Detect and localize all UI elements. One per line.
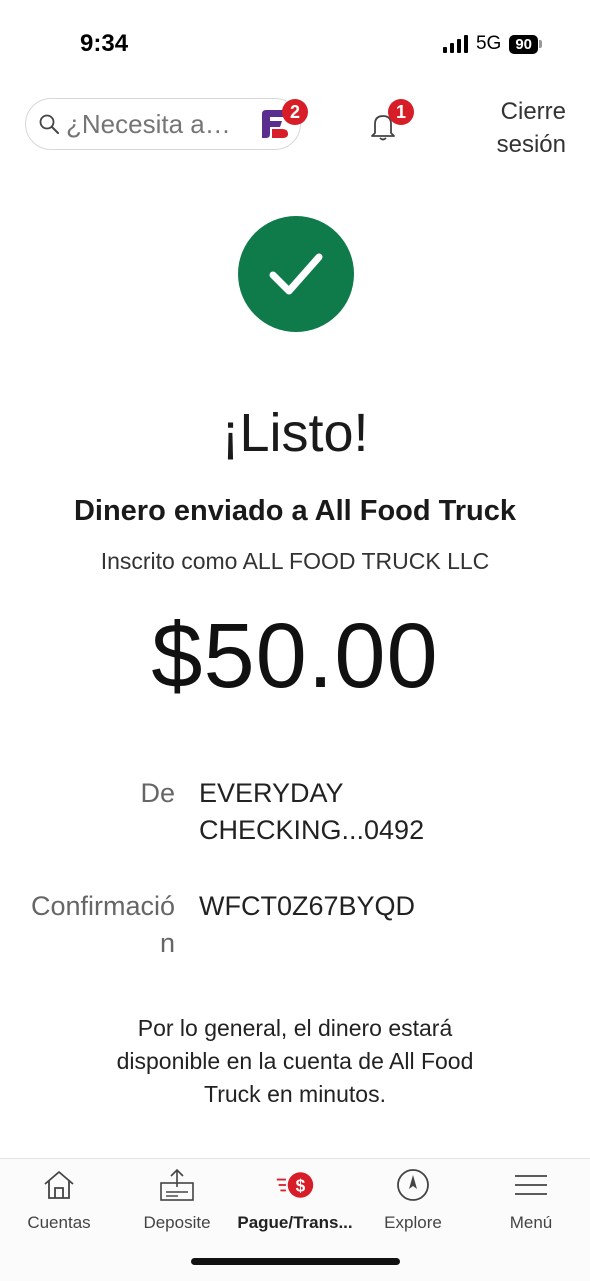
sign-out-label-line1: Cierre — [500, 98, 566, 125]
confirmation-number: WFCT0Z67BYQD — [199, 891, 416, 921]
nav-item-explore[interactable]: Explore — [354, 1159, 472, 1249]
search-input[interactable] — [66, 108, 246, 140]
battery-icon: 90 — [509, 34, 542, 54]
signal-icon — [442, 35, 468, 53]
from-account-name: EVERYDAY — [199, 778, 344, 808]
deposit-icon — [157, 1165, 197, 1205]
nav-label: Cuentas — [27, 1213, 91, 1232]
sign-out-label-line2: sesión — [496, 131, 566, 158]
success-check-icon — [238, 216, 354, 332]
nav-label: Menú — [509, 1213, 553, 1232]
network-type: 5G — [475, 33, 502, 54]
compass-icon — [393, 1165, 433, 1205]
nav-item-cuentas[interactable]: Cuentas — [0, 1159, 118, 1249]
svg-text:$: $ — [296, 1175, 306, 1195]
home-indicator[interactable] — [191, 1258, 400, 1265]
nav-label: Pague/Trans... — [237, 1213, 353, 1232]
battery-level: 90 — [509, 34, 538, 54]
pay-transfer-icon: $ — [275, 1165, 315, 1205]
recipient-enrolled-name: Inscrito como ALL FOOD TRUCK LLC — [100, 548, 490, 574]
search-icon — [39, 114, 59, 134]
nav-label: Explore — [384, 1213, 442, 1232]
success-title: ¡Listo! — [221, 403, 369, 463]
menu-icon — [511, 1165, 551, 1205]
nav-item-pague-trans[interactable]: $ Pague/Trans... — [236, 1159, 354, 1249]
nav-item-menu[interactable]: Menú — [472, 1159, 590, 1249]
from-account-value: EVERYDAY CHECKING...0492 — [199, 775, 559, 849]
availability-note: Por lo general, el dinero estará disponi… — [116, 1015, 474, 1107]
status-time: 9:34 — [80, 30, 129, 57]
nav-item-deposite[interactable]: Deposite — [118, 1159, 236, 1249]
transfer-headline: Dinero enviado a All Food Truck — [73, 495, 517, 527]
fargo-notification-badge: 2 — [282, 99, 308, 125]
nav-label: Deposite — [143, 1213, 211, 1232]
home-icon — [39, 1165, 79, 1205]
confirmation-label: Confirmación — [30, 891, 175, 958]
sign-out-button[interactable]: Cierre sesión — [497, 95, 566, 161]
status-indicators: 5G 90 — [442, 33, 542, 55]
from-account-number: CHECKING...0492 — [199, 815, 425, 845]
bell-notification-badge: 1 — [388, 99, 414, 125]
from-account-label: De — [140, 778, 175, 808]
transfer-amount: $50.00 — [151, 605, 439, 707]
